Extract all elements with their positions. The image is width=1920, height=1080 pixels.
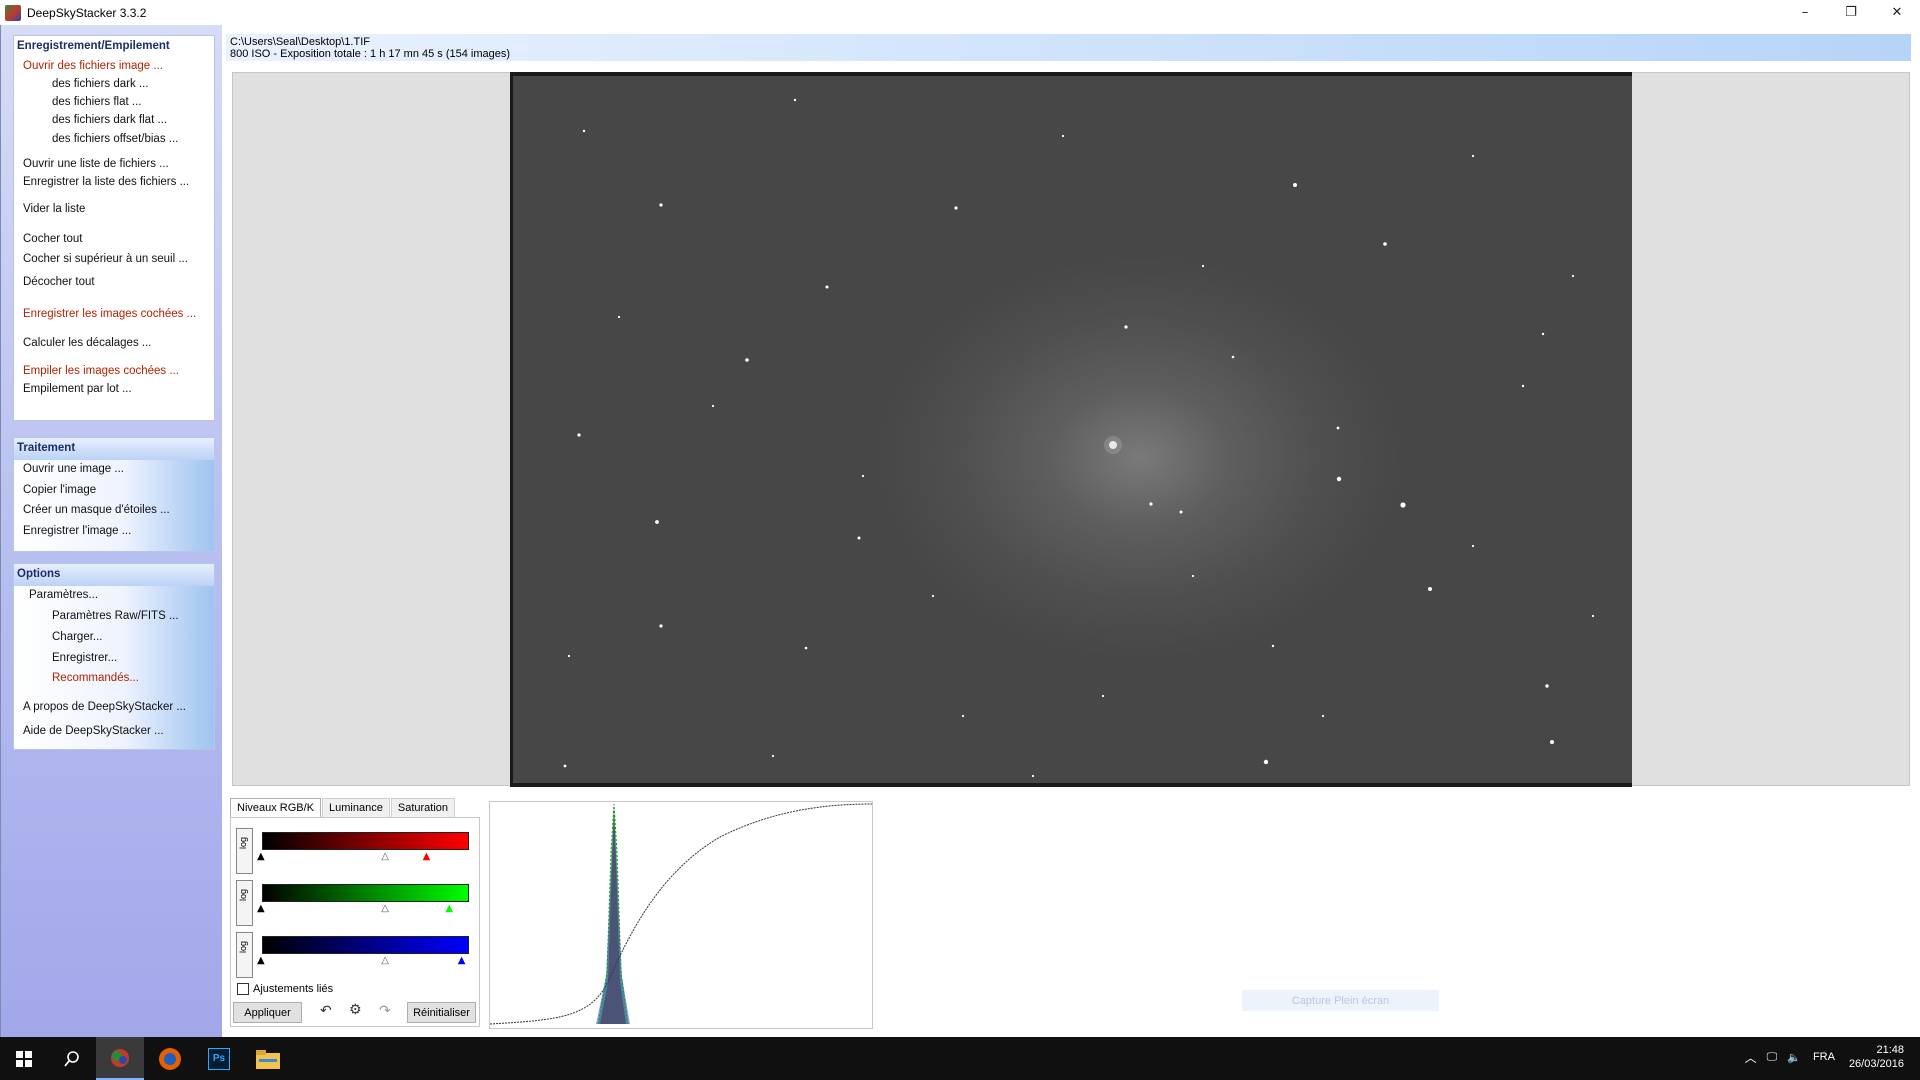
register-panel-title: Enregistrement/Empilement bbox=[17, 40, 170, 52]
apply-button[interactable]: Appliquer bbox=[233, 1002, 302, 1023]
green-log-toggle[interactable]: log bbox=[236, 880, 253, 926]
tab-rgb-levels[interactable]: Niveaux RGB/K bbox=[230, 798, 322, 818]
red-gradient-slider[interactable] bbox=[262, 832, 469, 850]
volume-icon[interactable]: 🔈 bbox=[1787, 1051, 1801, 1064]
open-image-files-link[interactable]: Ouvrir des fichiers image ... bbox=[23, 60, 163, 72]
windows-start-icon[interactable] bbox=[0, 1037, 48, 1080]
settings-gear-icon[interactable]: ⚙ bbox=[349, 1002, 362, 1018]
maximize-button[interactable]: ❐ bbox=[1828, 0, 1874, 25]
green-gradient-slider[interactable] bbox=[262, 884, 469, 902]
blue-log-toggle[interactable]: log bbox=[236, 932, 253, 978]
undo-icon[interactable]: ↶ bbox=[320, 1003, 332, 1019]
star-field bbox=[563, 98, 1595, 778]
image-info-bar: C:\Users\Seal\Desktop\1.TIF 800 ISO - Ex… bbox=[226, 34, 1911, 61]
linked-adjustments-checkbox[interactable] bbox=[237, 983, 249, 995]
open-bias-files-link[interactable]: des fichiers offset/bias ... bbox=[52, 133, 178, 145]
redo-icon[interactable]: ↷ bbox=[379, 1003, 391, 1019]
stack-checked-link[interactable]: Empiler les images cochées ... bbox=[23, 365, 179, 377]
window-title: DeepSkyStacker 3.3.2 bbox=[27, 5, 147, 20]
histogram bbox=[489, 801, 873, 1029]
blue-mid-marker[interactable]: △ bbox=[381, 956, 389, 966]
uncheck-all-link[interactable]: Décocher tout bbox=[23, 276, 95, 288]
load-settings-link[interactable]: Charger... bbox=[52, 631, 103, 643]
green-log-label: log bbox=[238, 888, 248, 901]
taskbar: Ps ︿ 🖵 🔈 FRA 21:48 26/03/2016 bbox=[0, 1037, 1920, 1080]
blue-log-label: log bbox=[238, 940, 248, 953]
red-mid-marker[interactable]: △ bbox=[381, 852, 389, 862]
app-icon bbox=[5, 4, 21, 21]
close-button[interactable]: ✕ bbox=[1874, 0, 1920, 25]
raw-fits-settings-link[interactable]: Paramètres Raw/FITS ... bbox=[52, 610, 179, 622]
create-star-mask-link[interactable]: Créer un masque d'étoiles ... bbox=[23, 504, 170, 516]
firefox-icon[interactable] bbox=[146, 1037, 194, 1080]
open-flat-files-link[interactable]: des fichiers flat ... bbox=[52, 96, 141, 108]
check-above-threshold-link[interactable]: Cocher si supérieur à un seuil ... bbox=[23, 253, 188, 265]
network-icon[interactable]: 🖵 bbox=[1767, 1051, 1778, 1064]
green-white-marker[interactable]: ▲ bbox=[445, 904, 453, 914]
register-checked-link[interactable]: Enregistrer les images cochées ... bbox=[23, 308, 196, 320]
tab-saturation[interactable]: Saturation bbox=[390, 798, 456, 818]
red-white-marker[interactable]: ▲ bbox=[423, 852, 431, 862]
image-path: C:\Users\Seal\Desktop\1.TIF bbox=[230, 36, 370, 48]
open-file-list-link[interactable]: Ouvrir une liste de fichiers ... bbox=[23, 158, 169, 170]
open-dark-flat-files-link[interactable]: des fichiers dark flat ... bbox=[52, 114, 167, 126]
image-details: 800 ISO - Exposition totale : 1 h 17 mn … bbox=[230, 48, 511, 60]
title-bar: DeepSkyStacker 3.3.2 – ❐ ✕ bbox=[0, 0, 1920, 25]
green-mid-marker[interactable]: △ bbox=[381, 904, 389, 914]
save-file-list-link[interactable]: Enregistrer la liste des fichiers ... bbox=[23, 176, 189, 188]
clock[interactable]: 21:48 26/03/2016 bbox=[1849, 1043, 1904, 1071]
green-black-marker[interactable]: ▲ bbox=[257, 904, 265, 914]
minimize-button[interactable]: – bbox=[1782, 0, 1828, 25]
clear-list-link[interactable]: Vider la liste bbox=[23, 203, 85, 215]
deepskystacker-taskbar-icon[interactable] bbox=[96, 1037, 144, 1080]
blue-channel: log ▲ △ ▲ bbox=[236, 932, 476, 978]
red-log-label: log bbox=[238, 836, 248, 849]
red-log-toggle[interactable]: log bbox=[236, 828, 253, 874]
options-panel: Options Paramètres... Paramètres Raw/FIT… bbox=[13, 563, 215, 750]
photoshop-icon[interactable]: Ps bbox=[195, 1037, 243, 1080]
blue-histogram bbox=[596, 810, 630, 1024]
search-icon[interactable] bbox=[48, 1037, 96, 1080]
full-screen-capture-button[interactable]: Capture Plein écran bbox=[1242, 990, 1439, 1011]
blue-white-marker[interactable]: ▲ bbox=[458, 956, 466, 966]
system-tray: ︿ 🖵 🔈 FRA 21:48 26/03/2016 bbox=[1745, 1043, 1904, 1071]
options-panel-title: Options bbox=[14, 564, 214, 586]
green-channel: log ▲ △ ▲ bbox=[236, 880, 476, 926]
settings-link[interactable]: Paramètres... bbox=[29, 589, 98, 601]
blue-black-marker[interactable]: ▲ bbox=[257, 956, 265, 966]
tray-chevron-up-icon[interactable]: ︿ bbox=[1745, 1049, 1757, 1066]
batch-stacking-link[interactable]: Empilement par lot ... bbox=[23, 383, 132, 395]
tone-curve bbox=[489, 803, 873, 1025]
processing-panel: Traitement Ouvrir une image ... Copier l… bbox=[13, 437, 215, 552]
blue-gradient-slider[interactable] bbox=[262, 936, 469, 954]
about-link[interactable]: A propos de DeepSkyStacker ... bbox=[23, 701, 186, 713]
processing-panel-title: Traitement bbox=[14, 438, 214, 460]
clock-date: 26/03/2016 bbox=[1848, 1058, 1904, 1070]
red-channel: log ▲ △ ▲ bbox=[236, 828, 476, 874]
compute-offsets-link[interactable]: Calculer les décalages ... bbox=[23, 337, 151, 349]
recommended-settings-link[interactable]: Recommandés... bbox=[52, 672, 139, 684]
histogram-graph bbox=[489, 803, 873, 1025]
photoshop-label: Ps bbox=[208, 1047, 230, 1070]
tab-luminance[interactable]: Luminance bbox=[322, 798, 390, 818]
copy-image-link[interactable]: Copier l'image bbox=[23, 484, 96, 496]
astro-image[interactable] bbox=[510, 72, 1632, 787]
file-explorer-icon[interactable] bbox=[244, 1037, 292, 1080]
save-image-link[interactable]: Enregistrer l'image ... bbox=[23, 525, 131, 537]
linked-adjustments-row: Ajustements liés bbox=[237, 983, 333, 995]
open-image-link[interactable]: Ouvrir une image ... bbox=[23, 463, 124, 475]
red-black-marker[interactable]: ▲ bbox=[257, 852, 265, 862]
help-link[interactable]: Aide de DeepSkyStacker ... bbox=[23, 725, 164, 737]
reset-button[interactable]: Réinitialiser bbox=[407, 1002, 476, 1023]
linked-adjustments-label: Ajustements liés bbox=[253, 983, 334, 995]
register-panel: Enregistrement/Empilement Ouvrir des fic… bbox=[13, 35, 215, 421]
sidebar: Enregistrement/Empilement Ouvrir des fic… bbox=[0, 25, 222, 1037]
levels-tabs: Niveaux RGB/K Luminance Saturation bbox=[230, 798, 456, 818]
check-all-link[interactable]: Cocher tout bbox=[23, 233, 82, 245]
clock-time: 21:48 bbox=[1876, 1044, 1904, 1056]
levels-panel: log ▲ △ ▲ log ▲ △ ▲ log ▲ △ ▲ bbox=[230, 817, 480, 1027]
open-dark-files-link[interactable]: des fichiers dark ... bbox=[52, 78, 149, 90]
language-indicator[interactable]: FRA bbox=[1813, 1051, 1835, 1063]
save-settings-link[interactable]: Enregistrer... bbox=[52, 652, 117, 664]
